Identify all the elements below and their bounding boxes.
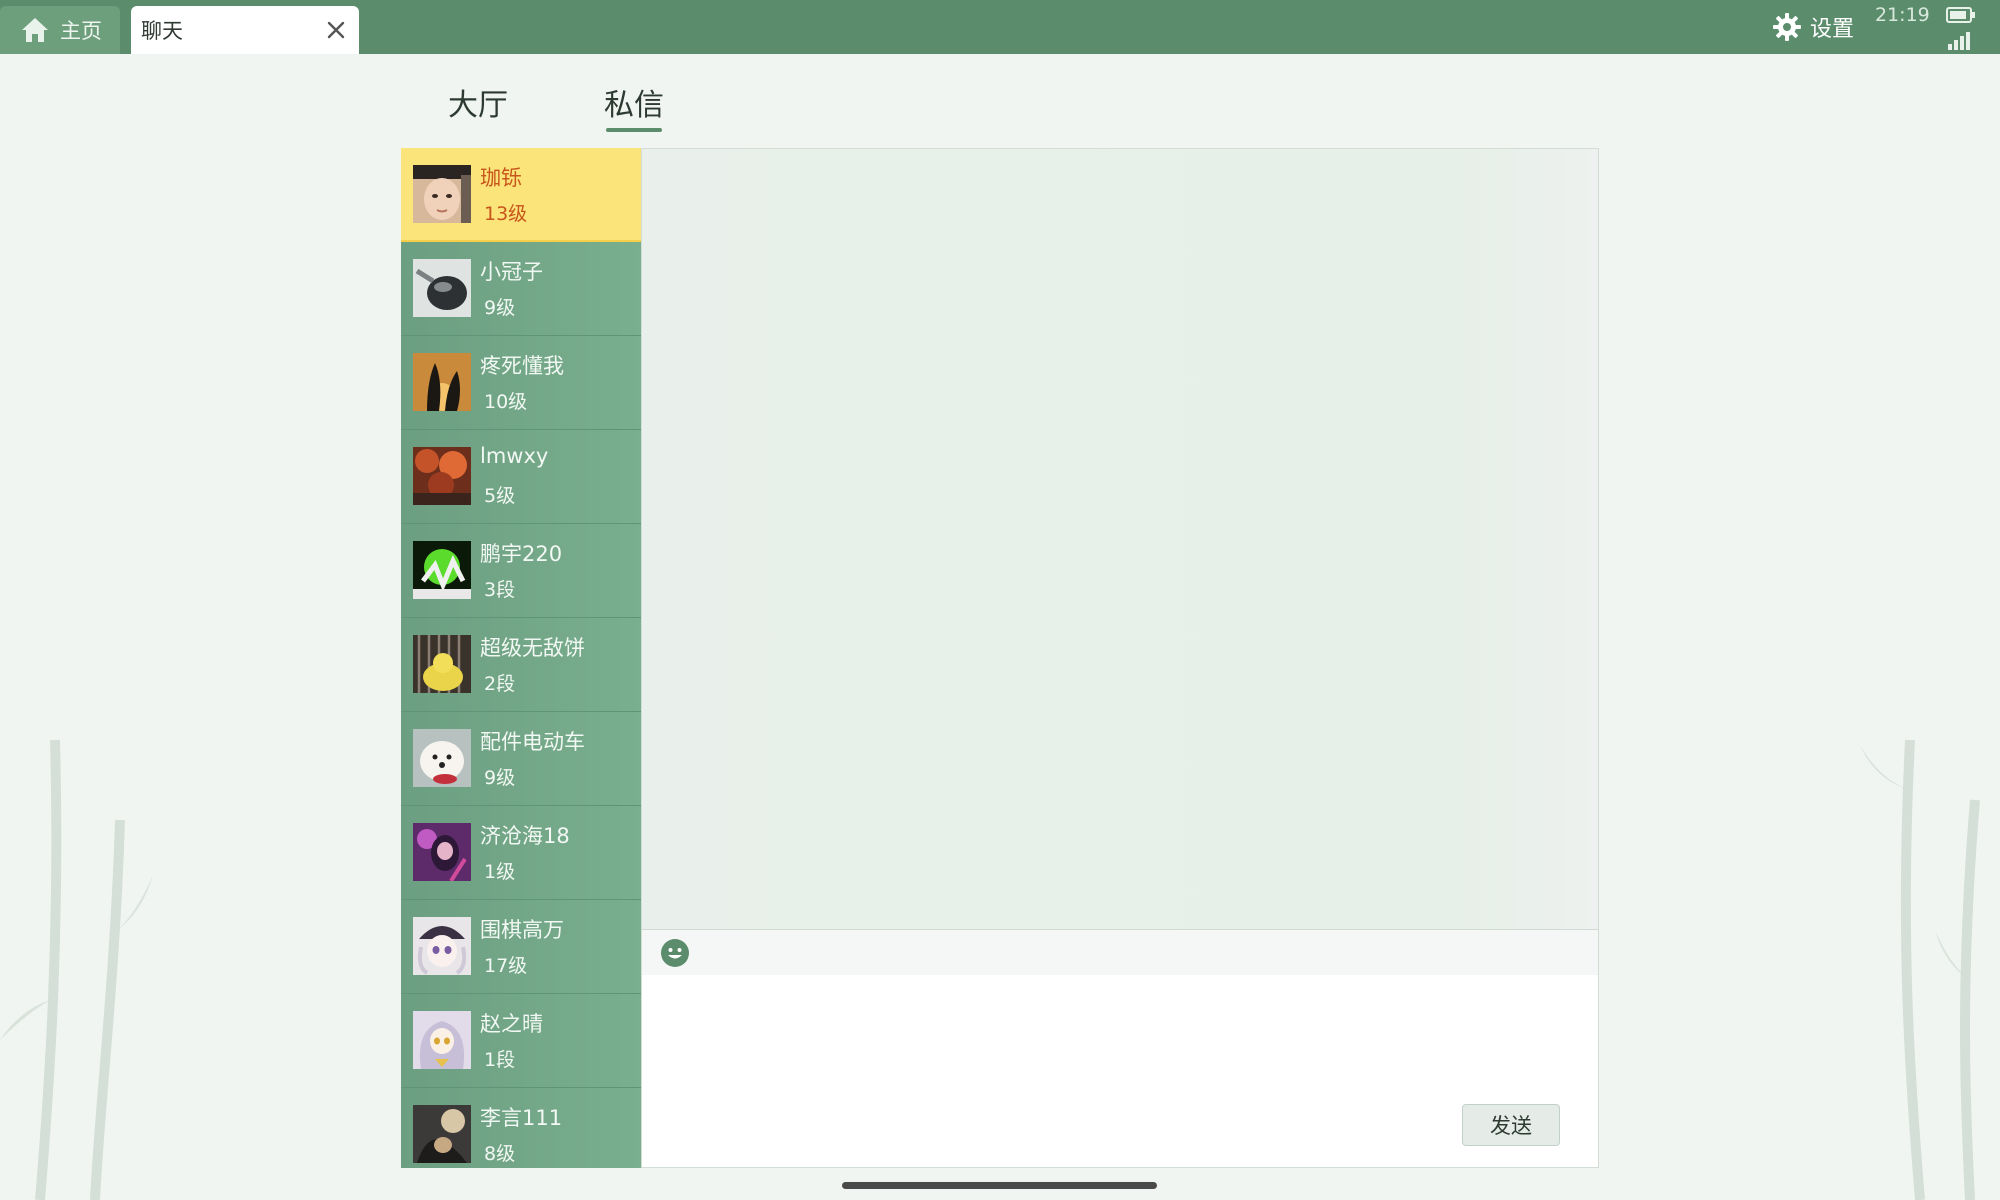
friend-item[interactable]: 李言111 8级 xyxy=(401,1088,641,1168)
avatar xyxy=(413,635,471,693)
friend-item[interactable]: 济沧海18 1级 xyxy=(401,806,641,900)
friend-level: 9级 xyxy=(484,767,516,789)
friend-item[interactable]: 超级无敌饼 2段 xyxy=(401,618,641,712)
friend-item[interactable]: 配件电动车 9级 xyxy=(401,712,641,806)
message-input[interactable] xyxy=(642,975,1598,1167)
chat-panel: 发送 xyxy=(641,148,1599,1168)
battery-icon xyxy=(1946,7,1975,23)
friend-name: 疼死懂我 xyxy=(480,354,564,378)
friend-name: 小冠子 xyxy=(480,260,543,284)
status-clock: 21:19 xyxy=(1875,4,1930,26)
friend-name: 李言111 xyxy=(480,1106,563,1130)
avatar xyxy=(413,353,471,411)
friend-level: 9级 xyxy=(484,297,516,319)
tab-home[interactable]: 主页 xyxy=(0,6,120,54)
friend-name: 鹏宇220 xyxy=(480,542,563,566)
avatar xyxy=(413,259,471,317)
tab-hall[interactable]: 大厅 xyxy=(448,80,508,124)
friend-level: 2段 xyxy=(484,673,516,695)
friend-level: 5级 xyxy=(484,485,516,507)
send-button[interactable]: 发送 xyxy=(1462,1104,1560,1146)
friend-name: 赵之晴 xyxy=(480,1012,543,1036)
avatar xyxy=(413,823,471,881)
tab-home-label: 主页 xyxy=(60,19,102,43)
avatar xyxy=(413,447,471,505)
avatar xyxy=(413,917,471,975)
tab-private-messages[interactable]: 私信 xyxy=(604,80,664,132)
settings-label: 设置 xyxy=(1810,17,1855,42)
tab-chat[interactable]: 聊天 xyxy=(131,6,359,54)
friend-level: 1级 xyxy=(484,861,516,883)
friend-list[interactable]: 珈铄 13级 小冠子 9级 疼死懂我 10级 lmwxy 5级 鹏宇220 3段… xyxy=(401,148,641,1168)
avatar xyxy=(413,729,471,787)
input-toolbar xyxy=(642,930,1598,975)
friend-item[interactable]: 鹏宇220 3段 xyxy=(401,524,641,618)
friend-name: 济沧海18 xyxy=(480,824,570,848)
home-indicator[interactable] xyxy=(842,1182,1157,1189)
friend-level: 8级 xyxy=(484,1143,516,1165)
gear-icon xyxy=(1773,13,1801,41)
close-icon[interactable] xyxy=(323,17,349,43)
friend-name: 配件电动车 xyxy=(480,730,585,754)
friend-item[interactable]: 赵之晴 1段 xyxy=(401,994,641,1088)
friend-level: 17级 xyxy=(484,955,528,977)
friend-level: 3段 xyxy=(484,579,516,601)
friend-level: 13级 xyxy=(484,203,528,225)
bamboo-decoration-right xyxy=(1860,739,1980,1200)
friend-item[interactable]: 疼死懂我 10级 xyxy=(401,336,641,430)
friend-name: 围棋高万 xyxy=(480,918,564,942)
avatar xyxy=(413,541,471,599)
friend-item[interactable]: lmwxy 5级 xyxy=(401,430,641,524)
emoji-icon[interactable] xyxy=(660,938,690,968)
home-icon xyxy=(22,18,48,42)
friend-item[interactable]: 小冠子 9级 xyxy=(401,242,641,336)
friend-level: 1段 xyxy=(484,1049,516,1071)
friend-item[interactable]: 围棋高万 17级 xyxy=(401,900,641,994)
settings-button[interactable]: 设置 xyxy=(1772,10,1854,44)
top-bar: 主页 聊天 设置 21:19 xyxy=(0,0,2000,54)
avatar xyxy=(413,165,471,223)
bamboo-decoration-left xyxy=(0,739,153,1200)
friend-name: lmwxy xyxy=(480,444,549,468)
avatar xyxy=(413,1105,471,1163)
tab-chat-label: 聊天 xyxy=(141,19,183,43)
message-area[interactable] xyxy=(642,149,1598,930)
friend-name: 超级无敌饼 xyxy=(480,636,585,660)
signal-icon xyxy=(1948,32,1970,50)
friend-item[interactable]: 珈铄 13级 xyxy=(401,148,641,242)
avatar xyxy=(413,1011,471,1069)
friend-name: 珈铄 xyxy=(480,166,522,190)
friend-level: 10级 xyxy=(484,391,528,413)
